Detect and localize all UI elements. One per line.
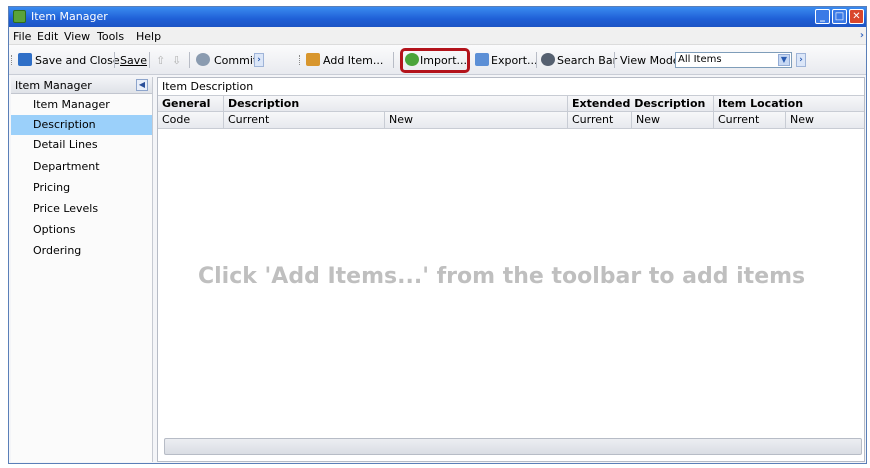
sidebar-item-pricing[interactable]: Pricing <box>11 178 152 198</box>
toolbar-separator <box>114 52 115 68</box>
main-panel: Item Description General Description Ext… <box>157 77 865 462</box>
export-icon <box>475 53 489 66</box>
window-title: Item Manager <box>31 10 108 23</box>
sidebar-header-label: Item Manager <box>15 79 92 92</box>
toolbar-separator <box>393 52 394 68</box>
menu-overflow-icon[interactable]: › <box>860 30 864 41</box>
sidebar-item-department[interactable]: Department <box>11 157 152 177</box>
move-up-icon[interactable]: ⇧ <box>156 54 165 67</box>
menu-help[interactable]: Help <box>136 30 161 43</box>
toolbar-grip-icon[interactable] <box>11 55 14 65</box>
maximize-button[interactable]: □ <box>832 9 847 24</box>
column-header-description-current[interactable]: Current <box>224 112 385 128</box>
toolbar-grip-icon[interactable] <box>299 55 302 65</box>
sidebar: Item Manager ◀ Item Manager Description … <box>11 77 153 462</box>
save-button[interactable]: Save <box>120 54 147 67</box>
column-header-code[interactable]: Code <box>158 112 224 128</box>
toolbar-separator <box>189 52 190 68</box>
view-mode-value: All Items <box>678 54 722 65</box>
search-bar-button[interactable]: Search Bar <box>557 54 617 67</box>
title-bar: Item Manager _ □ ✕ <box>9 7 866 27</box>
sidebar-item-options[interactable]: Options <box>11 220 152 240</box>
toolbar: Save and Close Save ⇧ ⇩ Commit › Add Ite… <box>9 45 866 75</box>
group-header-extended-description[interactable]: Extended Description <box>568 96 714 112</box>
collapse-sidebar-icon[interactable]: ◀ <box>136 79 148 91</box>
save-disk-icon <box>18 53 32 66</box>
menu-bar: File Edit View Tools Help › <box>9 27 866 45</box>
menu-tools[interactable]: Tools <box>97 30 124 43</box>
column-header-row: Code Current New Current New Current New <box>158 112 864 129</box>
toolbar-overflow-icon[interactable]: › <box>254 53 264 67</box>
menu-file[interactable]: File <box>13 30 31 43</box>
export-button[interactable]: Export... <box>491 54 538 67</box>
view-mode-label: View Mode <box>620 54 680 67</box>
menu-edit[interactable]: Edit <box>37 30 58 43</box>
sidebar-item-detail-lines[interactable]: Detail Lines <box>11 135 152 155</box>
move-down-icon[interactable]: ⇩ <box>172 54 181 67</box>
item-manager-window: Item Manager _ □ ✕ File Edit View Tools … <box>8 6 867 464</box>
column-header-extended-new[interactable]: New <box>632 112 714 128</box>
close-button[interactable]: ✕ <box>849 9 864 24</box>
save-and-close-button[interactable]: Save and Close <box>35 54 120 67</box>
sidebar-item-ordering[interactable]: Ordering <box>11 241 152 261</box>
group-header-general[interactable]: General <box>158 96 224 112</box>
empty-grid-message: Click 'Add Items...' from the toolbar to… <box>198 264 806 289</box>
add-item-button[interactable]: Add Item... <box>323 54 383 67</box>
sidebar-item-description[interactable]: Description <box>11 115 152 135</box>
menu-view[interactable]: View <box>64 30 90 43</box>
commit-gear-icon <box>196 53 210 66</box>
group-header-item-location[interactable]: Item Location <box>714 96 866 112</box>
column-header-location-current[interactable]: Current <box>714 112 786 128</box>
column-header-description-new[interactable]: New <box>385 112 568 128</box>
sidebar-item-item-manager[interactable]: Item Manager <box>11 95 152 115</box>
group-header-row: General Description Extended Description… <box>158 95 864 112</box>
column-header-location-new[interactable]: New <box>786 112 866 128</box>
commit-button[interactable]: Commit <box>214 54 257 67</box>
toolbar-separator <box>536 52 537 68</box>
minimize-button[interactable]: _ <box>815 9 830 24</box>
chevron-down-icon[interactable]: ▼ <box>778 54 790 66</box>
sidebar-header: Item Manager ◀ <box>11 77 152 94</box>
search-binoculars-icon <box>541 53 555 66</box>
import-highlight-box <box>400 48 470 73</box>
toolbar-overflow-icon[interactable]: › <box>796 53 806 67</box>
add-item-icon <box>306 53 320 66</box>
toolbar-separator <box>149 52 150 68</box>
column-header-extended-current[interactable]: Current <box>568 112 632 128</box>
sidebar-item-price-levels[interactable]: Price Levels <box>11 199 152 219</box>
group-header-description[interactable]: Description <box>224 96 568 112</box>
tab-item-description[interactable]: Item Description <box>162 80 253 93</box>
view-mode-select[interactable]: All Items ▼ <box>675 52 792 68</box>
app-icon <box>13 10 26 23</box>
grid-footer-bar <box>164 438 862 455</box>
toolbar-separator <box>614 52 615 68</box>
